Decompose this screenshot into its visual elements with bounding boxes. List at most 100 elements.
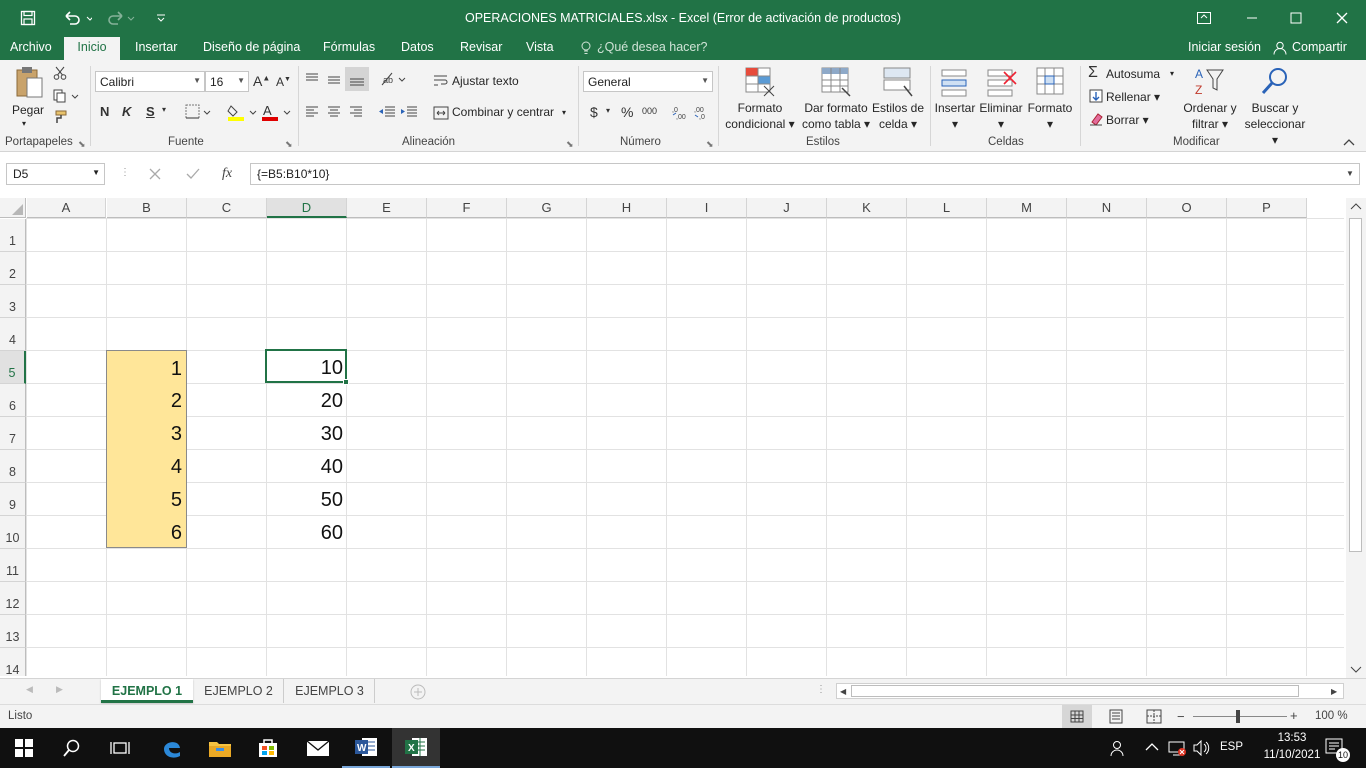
- fill-handle[interactable]: [343, 379, 349, 385]
- insert-cells-button[interactable]: Insertar ▾: [932, 100, 978, 132]
- store-icon[interactable]: [244, 728, 292, 768]
- borders-icon[interactable]: [185, 104, 211, 120]
- signin-link[interactable]: Iniciar sesión: [1188, 40, 1261, 54]
- excel-icon[interactable]: X: [392, 728, 440, 768]
- cell-b6[interactable]: 2: [106, 383, 187, 416]
- conditional-format-icon[interactable]: [744, 66, 776, 98]
- normal-view-icon[interactable]: [1062, 705, 1092, 728]
- cell-b10[interactable]: 6: [106, 515, 187, 548]
- align-right-icon[interactable]: [348, 104, 364, 120]
- column-header-h[interactable]: H: [587, 198, 667, 218]
- grow-font-icon[interactable]: A▲: [253, 73, 270, 89]
- minimize-icon[interactable]: [1240, 6, 1264, 30]
- paste-button[interactable]: Pegar: [10, 102, 46, 118]
- paste-icon[interactable]: [14, 66, 44, 100]
- cell-styles-icon[interactable]: [882, 66, 914, 98]
- column-header-g[interactable]: G: [507, 198, 587, 218]
- confirm-entry-icon[interactable]: [186, 168, 200, 180]
- h-scroll-thumb[interactable]: [851, 685, 1299, 697]
- decrease-indent-icon[interactable]: [378, 104, 396, 120]
- people-icon[interactable]: [1108, 739, 1126, 757]
- align-middle-icon[interactable]: [326, 71, 342, 87]
- row-header-2[interactable]: 2: [0, 252, 26, 285]
- row-header-8[interactable]: 8: [0, 450, 26, 483]
- cell-b8[interactable]: 4: [106, 449, 187, 482]
- row-header-13[interactable]: 13: [0, 615, 26, 648]
- row-header-9[interactable]: 9: [0, 483, 26, 516]
- scroll-down-icon[interactable]: [1350, 666, 1362, 674]
- column-header-n[interactable]: N: [1067, 198, 1147, 218]
- maximize-icon[interactable]: [1284, 6, 1308, 30]
- share-button[interactable]: Compartir: [1292, 40, 1347, 54]
- font-name-select[interactable]: Calibri ▼: [95, 71, 205, 92]
- decrease-decimal-icon[interactable]: ,00,0: [694, 104, 712, 120]
- tab-inicio[interactable]: Inicio: [64, 37, 120, 60]
- zoom-slider-thumb[interactable]: [1236, 710, 1240, 723]
- tab-diseno-pagina[interactable]: Diseño de página: [203, 40, 300, 54]
- tab-insertar[interactable]: Insertar: [135, 40, 177, 54]
- zoom-out-icon[interactable]: −: [1177, 709, 1185, 724]
- number-format-select[interactable]: General ▼: [583, 71, 713, 92]
- font-color-icon[interactable]: A: [261, 103, 293, 121]
- volume-icon[interactable]: [1193, 740, 1211, 756]
- font-size-select[interactable]: 16 ▼: [205, 71, 249, 92]
- currency-button[interactable]: $: [590, 104, 598, 120]
- mail-icon[interactable]: [294, 728, 342, 768]
- row-header-7[interactable]: 7: [0, 417, 26, 450]
- cut-icon[interactable]: [53, 66, 67, 80]
- tab-datos[interactable]: Datos: [401, 40, 434, 54]
- cell-d7[interactable]: 30: [267, 416, 347, 449]
- merge-center-button[interactable]: Combinar y centrar: [452, 104, 554, 120]
- tab-vista[interactable]: Vista: [526, 40, 554, 54]
- clear-button[interactable]: Borrar ▾: [1106, 112, 1149, 128]
- split-handle-icon[interactable]: ⋮: [816, 684, 826, 695]
- page-layout-view-icon[interactable]: [1104, 705, 1128, 728]
- scroll-left-icon[interactable]: ◀: [840, 687, 846, 696]
- row-header-11[interactable]: 11: [0, 549, 26, 582]
- currency-dropdown-icon[interactable]: ▾: [606, 106, 610, 115]
- autosum-button[interactable]: Autosuma: [1106, 66, 1160, 82]
- tab-revisar[interactable]: Revisar: [460, 40, 502, 54]
- name-box[interactable]: D5 ▼: [6, 163, 105, 185]
- underline-dropdown-icon[interactable]: ▾: [162, 105, 166, 114]
- cell-b7[interactable]: 3: [106, 416, 187, 449]
- format-as-table-icon[interactable]: [820, 66, 852, 98]
- tab-archivo[interactable]: Archivo: [10, 40, 52, 54]
- close-icon[interactable]: [1330, 6, 1354, 30]
- bold-button[interactable]: N: [100, 104, 109, 119]
- fill-color-icon[interactable]: [227, 103, 259, 121]
- sheet-tab-ejemplo-3[interactable]: EJEMPLO 3: [285, 679, 375, 703]
- paste-dropdown-icon[interactable]: ▾: [22, 116, 26, 132]
- copy-icon[interactable]: [53, 89, 79, 103]
- scroll-thumb[interactable]: [1349, 218, 1362, 552]
- align-bottom-icon[interactable]: [345, 67, 369, 91]
- sort-filter-icon[interactable]: AZ: [1193, 66, 1225, 98]
- clock-time[interactable]: 13:53: [1266, 732, 1318, 744]
- cell-styles-button[interactable]: Estilos de celda ▾: [866, 100, 930, 132]
- word-icon[interactable]: W: [342, 728, 390, 768]
- find-select-icon[interactable]: [1260, 66, 1292, 98]
- row-header-1[interactable]: 1: [0, 219, 26, 252]
- row-header-5[interactable]: 5: [0, 351, 26, 384]
- row-header-10[interactable]: 10: [0, 516, 26, 549]
- next-sheet-icon[interactable]: ▶: [56, 684, 63, 695]
- column-header-e[interactable]: E: [347, 198, 427, 218]
- file-explorer-icon[interactable]: [196, 728, 244, 768]
- italic-button[interactable]: K: [122, 104, 131, 119]
- delete-cells-button[interactable]: Eliminar ▾: [978, 100, 1024, 132]
- align-center-icon[interactable]: [326, 104, 342, 120]
- conditional-format-button[interactable]: Formato condicional ▾: [722, 100, 798, 132]
- insert-cells-icon[interactable]: [940, 66, 970, 98]
- format-as-table-button[interactable]: Dar formato como tabla ▾: [798, 100, 874, 132]
- search-icon[interactable]: [48, 728, 96, 768]
- vertical-scrollbar[interactable]: [1346, 198, 1366, 678]
- format-painter-icon[interactable]: [53, 110, 67, 124]
- clipboard-launcher-icon[interactable]: ⬊: [78, 136, 86, 152]
- sheet-tab-ejemplo-1[interactable]: EJEMPLO 1: [101, 679, 193, 703]
- alignment-launcher-icon[interactable]: ⬊: [566, 136, 574, 152]
- spreadsheet-grid[interactable]: ABCDEFGHIJKLMNOP 1 2 3 4 5 6 7 8 9 10 11 12 13 14 123…: [0, 198, 1344, 676]
- ribbon-display-icon[interactable]: [1192, 6, 1216, 30]
- underline-button[interactable]: S: [146, 104, 155, 119]
- number-launcher-icon[interactable]: ⬊: [706, 136, 714, 152]
- scroll-right-icon[interactable]: ▶: [1331, 687, 1337, 696]
